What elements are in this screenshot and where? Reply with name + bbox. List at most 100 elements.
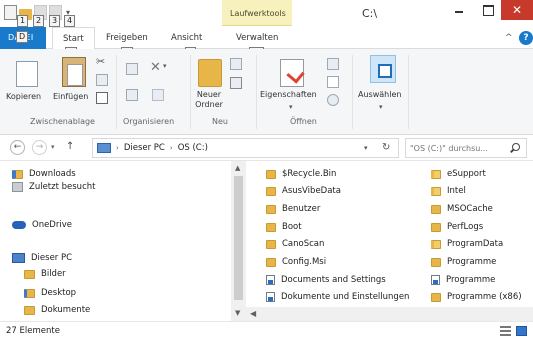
large-icons-view-icon[interactable] xyxy=(516,326,527,336)
search-icon[interactable] xyxy=(512,143,520,151)
file-name: AsusVibeData xyxy=(282,186,341,196)
desktop-folder-icon xyxy=(24,288,35,298)
new-folder-button[interactable]: Neuer Ordner xyxy=(186,90,232,110)
file-name: $Recycle.Bin xyxy=(282,169,337,179)
list-item[interactable]: ProgramData xyxy=(431,239,503,249)
scroll-up-icon[interactable]: ▲ xyxy=(235,164,240,172)
tab-view[interactable]: Ansicht xyxy=(171,33,202,43)
new-item-icon[interactable] xyxy=(230,58,242,70)
recent-locations-icon[interactable]: ▾ xyxy=(51,143,55,151)
delete-icon[interactable]: ✕ xyxy=(150,60,161,75)
list-item[interactable]: Programme xyxy=(431,257,496,267)
rename-icon[interactable] xyxy=(152,89,164,101)
horizontal-scrollbar[interactable]: ◀ xyxy=(246,307,533,321)
list-item[interactable]: Config.Msi xyxy=(266,257,326,267)
navigation-pane: Downloads Zuletzt besucht OneDrive Diese… xyxy=(0,161,246,321)
organize-group-label: Organisieren xyxy=(123,117,175,126)
nav-item-desktop[interactable]: Desktop xyxy=(24,288,76,298)
close-button[interactable]: ✕ xyxy=(501,0,533,20)
nav-item-downloads[interactable]: Downloads xyxy=(12,169,76,179)
onedrive-cloud-icon xyxy=(12,221,26,229)
list-item[interactable]: Intel xyxy=(431,186,466,196)
nav-item-onedrive[interactable]: OneDrive xyxy=(12,220,72,230)
list-item[interactable]: $Recycle.Bin xyxy=(266,169,336,179)
file-list: $Recycle.Bin AsusVibeData Benutzer Boot … xyxy=(246,161,533,321)
nav-item-this-pc[interactable]: Dieser PC xyxy=(12,253,72,263)
list-item[interactable]: Documents and Settings xyxy=(266,275,386,285)
tab-file[interactable]: DATEI D xyxy=(0,27,46,49)
window-title: C:\ xyxy=(362,7,378,20)
copy-button[interactable]: Kopieren xyxy=(6,92,41,102)
copy-icon xyxy=(16,57,43,87)
keytip-1: 1 xyxy=(17,15,29,27)
minimize-ribbon-icon[interactable]: ^ xyxy=(505,33,513,43)
select-button[interactable]: Auswählen xyxy=(358,90,401,100)
computer-icon xyxy=(12,253,25,263)
breadcrumb-separator-icon[interactable]: › xyxy=(170,144,173,152)
back-button[interactable]: ← xyxy=(10,140,25,155)
folder-icon xyxy=(431,204,441,214)
address-box[interactable]: › Dieser PC › OS (C:) ▾ ↻ xyxy=(92,138,399,158)
list-item[interactable]: Programme (x86) xyxy=(431,292,522,302)
help-icon[interactable]: ? xyxy=(519,31,533,45)
address-dropdown-icon[interactable]: ▾ xyxy=(364,144,368,152)
scroll-down-icon[interactable]: ▼ xyxy=(235,309,240,317)
keytip-3: 3 xyxy=(49,15,61,27)
delete-dropdown-icon[interactable]: ▾ xyxy=(163,62,167,70)
minimize-button[interactable] xyxy=(446,0,472,20)
cut-icon[interactable]: ✂ xyxy=(96,55,105,68)
open-icon[interactable] xyxy=(327,58,339,70)
list-item[interactable]: MSOCache xyxy=(431,204,493,214)
tab-share[interactable]: Freigeben xyxy=(106,33,148,43)
properties-button[interactable]: Eigenschaften xyxy=(260,90,317,100)
select-dropdown-icon[interactable]: ▾ xyxy=(379,103,383,111)
new-folder-icon xyxy=(198,59,222,87)
details-view-icon[interactable] xyxy=(500,326,511,336)
paste-shortcut-icon[interactable] xyxy=(96,92,108,104)
keytip-2: 2 xyxy=(33,15,45,27)
list-item[interactable]: eSupport xyxy=(431,169,486,179)
list-item[interactable]: CanoScan xyxy=(266,239,324,249)
properties-qat-icon[interactable] xyxy=(4,5,17,20)
history-icon[interactable] xyxy=(327,94,339,106)
forward-button[interactable]: → xyxy=(32,140,47,155)
file-name: Programme (x86) xyxy=(447,292,522,302)
list-item[interactable]: PerfLogs xyxy=(431,222,483,232)
scroll-left-icon[interactable]: ◀ xyxy=(250,309,256,318)
breadcrumb-this-pc[interactable]: Dieser PC xyxy=(124,143,165,153)
search-box[interactable] xyxy=(405,138,527,158)
copy-path-icon[interactable] xyxy=(96,74,108,86)
breadcrumb-separator-icon[interactable]: › xyxy=(116,144,119,152)
list-item[interactable]: Boot xyxy=(266,222,302,232)
breadcrumb-os-c[interactable]: OS (C:) xyxy=(178,143,208,153)
file-name: Intel xyxy=(447,186,466,196)
nav-item-label: OneDrive xyxy=(32,220,72,230)
list-item[interactable]: Benutzer xyxy=(266,204,320,214)
tab-share-label: Freigeben xyxy=(106,33,148,43)
move-to-icon[interactable] xyxy=(126,63,138,75)
folder-icon xyxy=(431,222,441,232)
nav-item-recent[interactable]: Zuletzt besucht xyxy=(12,182,95,192)
up-button[interactable]: ↑ xyxy=(66,141,74,152)
navigation-scrollbar[interactable]: ▲ ▼ xyxy=(231,161,246,321)
list-item[interactable]: Dokumente und Einstellungen xyxy=(266,292,409,302)
easy-access-icon[interactable] xyxy=(230,77,242,89)
tab-manage-label: Verwalten xyxy=(236,33,279,43)
tab-manage[interactable]: Verwalten xyxy=(236,33,278,43)
folder-icon xyxy=(266,222,276,232)
nav-item-documents[interactable]: Dokumente xyxy=(24,305,90,315)
maximize-button[interactable] xyxy=(475,0,501,20)
junction-link-icon xyxy=(266,292,275,302)
copy-to-icon[interactable] xyxy=(126,89,138,101)
nav-item-pictures[interactable]: Bilder xyxy=(24,269,66,279)
edit-icon[interactable] xyxy=(327,76,339,88)
search-input[interactable] xyxy=(410,142,506,155)
list-item[interactable]: Programme xyxy=(431,275,495,285)
refresh-icon[interactable]: ↻ xyxy=(382,142,390,153)
paste-button[interactable]: Einfügen xyxy=(53,92,88,102)
nav-item-label: Zuletzt besucht xyxy=(29,182,96,192)
context-tab-label: Laufwerktools xyxy=(230,9,286,18)
scrollbar-thumb[interactable] xyxy=(234,176,243,300)
properties-dropdown-icon[interactable]: ▾ xyxy=(289,103,293,111)
list-item[interactable]: AsusVibeData xyxy=(266,186,341,196)
